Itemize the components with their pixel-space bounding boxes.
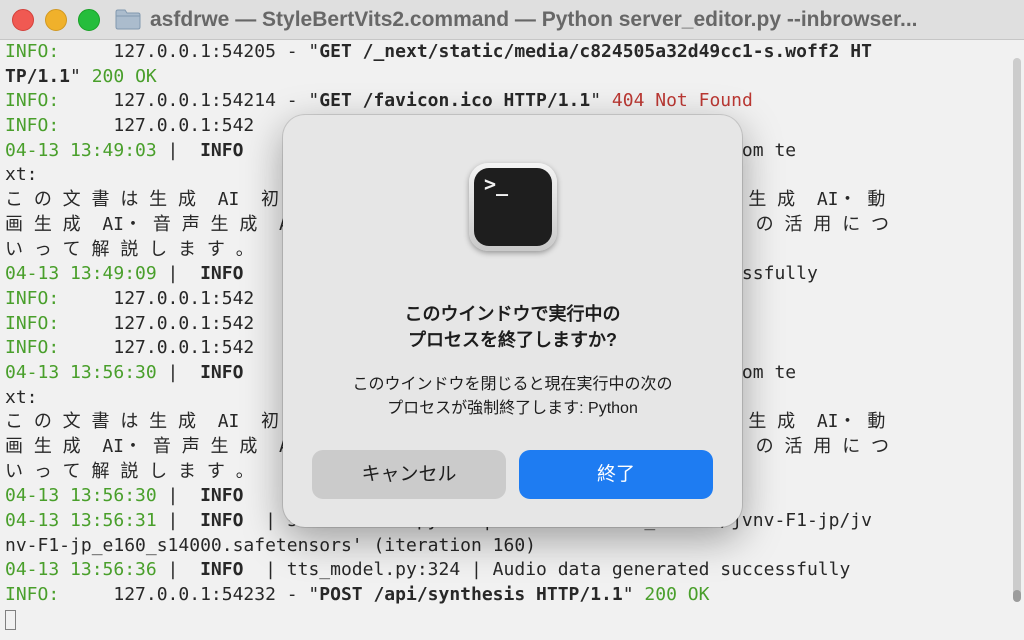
terminal-app-icon-screen: >_ [474, 168, 552, 246]
dialog-title-line1: このウインドウで実行中の [404, 304, 621, 324]
terminal-prompt-icon: >_ [484, 172, 509, 196]
terminate-button[interactable]: 終了 [519, 450, 713, 499]
dialog-message-line1: このウインドウを閉じると現在実行中の次の [352, 376, 673, 393]
dialog-title: このウインドウで実行中の プロセスを終了しますか? [283, 301, 742, 353]
terminal-app-icon: >_ [469, 163, 557, 251]
close-confirm-dialog: >_ このウインドウで実行中の プロセスを終了しますか? このウインドウを閉じる… [283, 115, 742, 527]
cancel-button[interactable]: キャンセル [312, 450, 506, 499]
dialog-message-line2: プロセスが強制終了します: Python [387, 400, 638, 417]
dialog-message: このウインドウを閉じると現在実行中の次の プロセスが強制終了します: Pytho… [283, 373, 742, 421]
dialog-title-line2: プロセスを終了しますか? [408, 330, 617, 350]
